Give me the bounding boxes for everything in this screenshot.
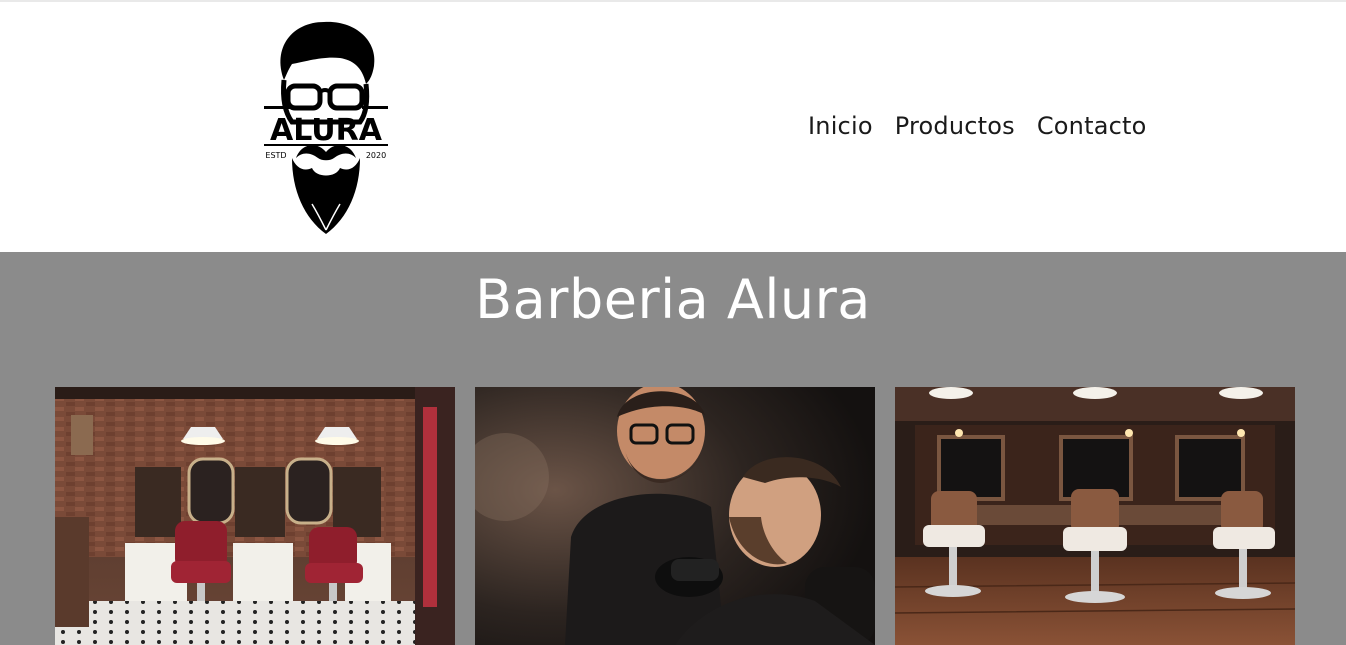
barber-trimming-beard-photo-icon [475, 387, 875, 645]
gallery-image-barbershop-interior [55, 387, 455, 645]
logo-wordmark: ALURA [270, 113, 383, 148]
site-header: ALURA ESTD 2020 Inicio Productos Contact… [0, 2, 1346, 252]
bearded-man-logo-icon: ALURA ESTD 2020 [264, 21, 388, 234]
gallery-image-barbershop-chairs [895, 387, 1295, 645]
logo-estd: ESTD [265, 151, 286, 160]
hero-section: Barberia Alura [0, 252, 1346, 645]
nav-productos-link[interactable]: Productos [895, 112, 1015, 140]
hero-title: Barberia Alura [475, 268, 871, 331]
main-nav: Inicio Productos Contacto [808, 110, 1147, 142]
alura-logo[interactable]: ALURA ESTD 2020 [262, 18, 390, 238]
gallery-image-barber-trimming-beard [475, 387, 875, 645]
barbershop-chairs-photo-icon [895, 387, 1295, 645]
nav-contacto-link[interactable]: Contacto [1037, 112, 1147, 140]
nav-inicio-link[interactable]: Inicio [808, 112, 873, 140]
barbershop-interior-photo-icon [55, 387, 455, 645]
logo-year: 2020 [366, 151, 386, 160]
